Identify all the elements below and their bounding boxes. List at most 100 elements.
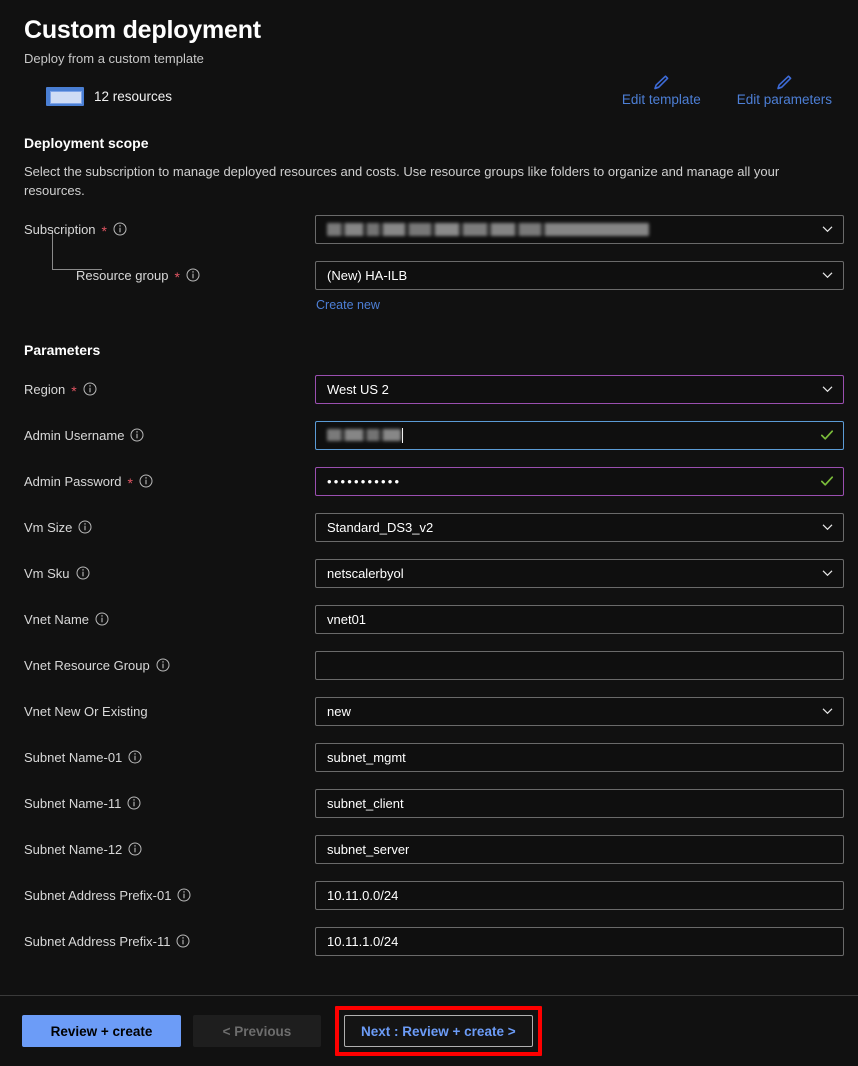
- vm-size-select[interactable]: Standard_DS3_v2: [315, 512, 844, 542]
- header-actions: Edit template Edit parameters: [622, 75, 832, 109]
- subnet-name-11-input[interactable]: subnet_client: [315, 788, 844, 818]
- vnet-resource-group-input[interactable]: [315, 650, 844, 680]
- required-asterisk: *: [174, 269, 180, 285]
- field-row-admin-username: Admin Username: [24, 412, 844, 458]
- field-row-vnet-resource-group: Vnet Resource Group: [24, 642, 844, 688]
- vnet-name-label-group: Vnet Name: [24, 612, 315, 627]
- subnet-address-prefix-01-input[interactable]: 10.11.0.0/24: [315, 880, 844, 910]
- info-icon[interactable]: [78, 520, 92, 534]
- edit-parameters-button[interactable]: Edit parameters: [737, 75, 832, 107]
- info-icon[interactable]: [139, 474, 153, 488]
- info-icon[interactable]: [176, 934, 190, 948]
- vnet-new-or-existing-select[interactable]: new: [315, 696, 844, 726]
- field-row-subnet-name-11: Subnet Name-11 subnet_client: [24, 780, 844, 826]
- info-icon[interactable]: [95, 612, 109, 626]
- subnet-name-01-input[interactable]: subnet_mgmt: [315, 742, 844, 772]
- vnet-name-value: vnet01: [327, 611, 367, 627]
- subnet-name-12-field-wrap: subnet_server: [315, 834, 844, 864]
- field-row-subscription: Subscription *: [24, 206, 844, 252]
- edit-template-button[interactable]: Edit template: [622, 75, 701, 107]
- resources-summary: 12 resources: [24, 87, 172, 109]
- info-icon[interactable]: [113, 222, 127, 236]
- field-row-resource-group: Resource group * (New) HA-ILB: [24, 252, 844, 298]
- field-row-region: Region * West US 2: [24, 366, 844, 412]
- admin-password-label-group: Admin Password *: [24, 474, 315, 491]
- vnet-new-or-existing-value: new: [327, 703, 351, 719]
- field-row-subnet-address-prefix-11: Subnet Address Prefix-11 10.11.1.0/24: [24, 918, 844, 964]
- vnet-resource-group-label-group: Vnet Resource Group: [24, 658, 315, 673]
- edit-template-label: Edit template: [621, 92, 701, 107]
- vm-sku-select[interactable]: netscalerbyol: [315, 558, 844, 588]
- region-value: West US 2: [327, 381, 389, 397]
- vm-sku-label-group: Vm Sku: [24, 566, 315, 581]
- field-row-subnet-name-12: Subnet Name-12 subnet_server: [24, 826, 844, 872]
- chevron-down-icon: [822, 272, 833, 279]
- deployment-scope-fields: Subscription * Resource group * (New) HA…: [24, 206, 844, 320]
- region-label: Region: [24, 381, 66, 397]
- resource-group-label: Resource group: [76, 267, 169, 283]
- resource-group-label-group: Resource group *: [24, 267, 315, 285]
- header-row: 12 resources Edit template Edit paramete…: [24, 75, 834, 109]
- region-select[interactable]: West US 2: [315, 374, 844, 404]
- admin-username-value-redacted: [327, 429, 401, 441]
- chevron-down-icon: [822, 226, 833, 233]
- info-icon[interactable]: [128, 750, 142, 764]
- review-create-button[interactable]: Review + create: [22, 1015, 181, 1047]
- subnet-name-01-field-wrap: subnet_mgmt: [315, 742, 844, 772]
- next-review-create-button[interactable]: Next : Review + create >: [344, 1015, 533, 1047]
- subscription-select[interactable]: [315, 214, 844, 244]
- footer-bar: Review + create < Previous Next : Review…: [0, 995, 858, 1066]
- subscription-label: Subscription: [24, 221, 96, 237]
- subnet-address-prefix-11-label: Subnet Address Prefix-11: [24, 933, 171, 949]
- admin-username-input[interactable]: [315, 420, 844, 450]
- info-icon[interactable]: [76, 566, 90, 580]
- subnet-name-12-label-group: Subnet Name-12: [24, 842, 315, 857]
- field-row-admin-password: Admin Password * •••••••••••: [24, 458, 844, 504]
- page-title: Custom deployment: [24, 16, 261, 44]
- vm-sku-value: netscalerbyol: [327, 565, 404, 581]
- vm-size-value: Standard_DS3_v2: [327, 519, 434, 535]
- info-icon[interactable]: [177, 888, 191, 902]
- resource-group-field-wrap: (New) HA-ILB: [315, 260, 844, 290]
- subscription-value-redacted: [327, 222, 649, 236]
- field-row-subnet-name-01: Subnet Name-01 subnet_mgmt: [24, 734, 844, 780]
- resource-group-select[interactable]: (New) HA-ILB: [315, 260, 844, 290]
- admin-password-input[interactable]: •••••••••••: [315, 466, 844, 496]
- vnet-name-field-wrap: vnet01: [315, 604, 844, 634]
- chevron-down-icon: [822, 524, 833, 531]
- resource-group-value: (New) HA-ILB: [327, 267, 408, 283]
- subnet-name-12-input[interactable]: subnet_server: [315, 834, 844, 864]
- field-row-vnet-name: Vnet Name vnet01: [24, 596, 844, 642]
- vnet-new-or-existing-field-wrap: new: [315, 696, 844, 726]
- field-row-vnet-new-or-existing: Vnet New Or Existing new: [24, 688, 844, 734]
- create-new-link[interactable]: Create new: [315, 298, 380, 312]
- pencil-icon: [777, 75, 792, 90]
- subscription-field-wrap: [315, 214, 844, 244]
- subnet-name-11-label: Subnet Name-11: [24, 795, 122, 811]
- vnet-resource-group-label: Vnet Resource Group: [24, 657, 150, 673]
- subnet-address-prefix-11-input[interactable]: 10.11.1.0/24: [315, 926, 844, 956]
- subnet-name-11-field-wrap: subnet_client: [315, 788, 844, 818]
- previous-button[interactable]: < Previous: [193, 1015, 321, 1047]
- parameters-fields: Region * West US 2 Admin Username Admin …: [24, 366, 844, 964]
- subnet-name-01-label: Subnet Name-01: [24, 749, 123, 765]
- info-icon[interactable]: [130, 428, 144, 442]
- info-icon[interactable]: [156, 658, 170, 672]
- admin-username-label-group: Admin Username: [24, 428, 315, 443]
- deployment-scope-description: Select the subscription to manage deploy…: [24, 164, 780, 198]
- next-button-highlight: Next : Review + create >: [335, 1006, 542, 1056]
- field-row-vm-size: Vm Size Standard_DS3_v2: [24, 504, 844, 550]
- vnet-new-or-existing-label: Vnet New Or Existing: [24, 703, 148, 719]
- vnet-name-input[interactable]: vnet01: [315, 604, 844, 634]
- subnet-address-prefix-01-value: 10.11.0.0/24: [327, 887, 399, 903]
- info-icon[interactable]: [186, 268, 200, 282]
- info-icon[interactable]: [127, 796, 141, 810]
- required-asterisk: *: [127, 475, 133, 491]
- chevron-down-icon: [822, 386, 833, 393]
- info-icon[interactable]: [128, 842, 142, 856]
- vm-sku-label: Vm Sku: [24, 565, 70, 581]
- subscription-label-group: Subscription *: [24, 221, 315, 238]
- admin-username-label: Admin Username: [24, 427, 125, 443]
- info-icon[interactable]: [83, 382, 97, 396]
- region-field-wrap: West US 2: [315, 374, 844, 404]
